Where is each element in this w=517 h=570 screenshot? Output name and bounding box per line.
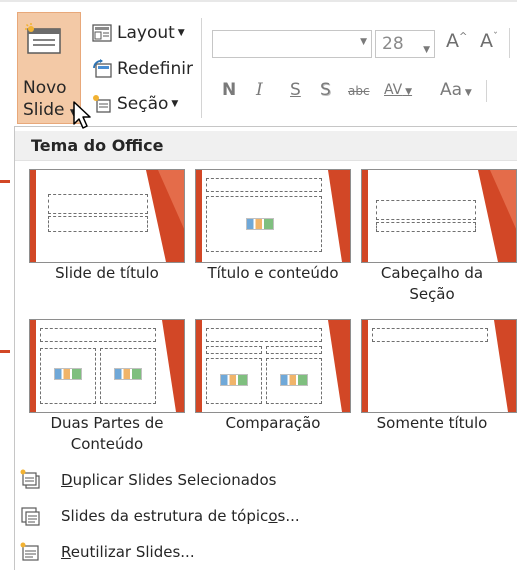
new-slide-menu: Tema do Office Slide de título Título e …	[14, 126, 517, 570]
section-icon	[93, 95, 111, 113]
accent-bar	[30, 320, 36, 412]
text-placeholder	[376, 222, 476, 232]
outline-slides-icon	[21, 507, 40, 526]
content-icons	[114, 368, 142, 380]
title-placeholder	[376, 200, 476, 220]
outline-slides-label: Slides da estrutura de tópicos...	[61, 507, 300, 525]
change-case-label: Aa	[440, 80, 463, 100]
layout-thumb-comparison[interactable]	[195, 319, 351, 413]
section-label: Seção	[117, 94, 169, 114]
layout-icon	[92, 24, 112, 42]
title-placeholder	[206, 178, 322, 192]
section-button[interactable]: Seção ▼	[92, 91, 178, 117]
outline-slides-menu-item[interactable]: Slides da estrutura de tópicos...	[15, 501, 300, 531]
reset-button[interactable]: Redefinir	[92, 56, 193, 82]
reset-label: Redefinir	[117, 59, 193, 79]
content-icons	[54, 368, 82, 380]
layout-button[interactable]: Layout ▼	[92, 20, 185, 46]
ribbon-top-border	[0, 0, 517, 2]
layout-thumb-title-slide[interactable]	[29, 169, 185, 263]
text-shadow-button[interactable]: S	[320, 80, 331, 100]
accent-bar	[30, 170, 36, 262]
accent-bar	[196, 170, 202, 262]
new-slide-label: Novo Slide ▼	[23, 77, 77, 124]
slide-edge-marker	[0, 180, 10, 183]
title-placeholder	[206, 328, 322, 342]
layout-caption: Duas Partes de Conteúdo	[50, 414, 164, 453]
layout-thumb-title-only[interactable]	[361, 319, 517, 413]
layout-caption: Comparação	[225, 414, 321, 432]
layout-thumb-title-content[interactable]	[195, 169, 351, 263]
accent-bar	[362, 320, 368, 412]
chevron-down-icon: ▼	[462, 88, 472, 98]
duplicate-slides-label: Duplicar Slides Selecionados	[61, 471, 277, 489]
font-size-box[interactable]: 28 ▼	[375, 30, 435, 58]
group-separator	[201, 18, 202, 118]
increase-font-size-button[interactable]: A^	[446, 30, 467, 52]
layout-caption: Cabeçalho da Seção	[380, 264, 484, 303]
reuse-slides-menu-item[interactable]: Reutilizar Slides...	[15, 537, 195, 567]
layout-thumb-two-content[interactable]	[29, 319, 185, 413]
chevron-down-icon: ▼	[171, 99, 179, 109]
character-spacing-button[interactable]: AV ▼	[384, 82, 412, 98]
chevron-down-icon: ▼	[423, 45, 430, 55]
left-heading-placeholder	[206, 346, 262, 354]
accent-bar	[196, 320, 202, 412]
content-icons	[280, 374, 308, 386]
title-placeholder	[40, 328, 156, 342]
underline-button[interactable]: S	[290, 80, 301, 100]
font-size-value: 28	[382, 34, 404, 54]
new-slide-icon	[25, 23, 61, 54]
layout-label: Layout	[117, 23, 175, 43]
layout-caption: Título e conteúdo	[207, 264, 339, 282]
italic-button[interactable]: I	[256, 80, 263, 100]
font-name-box[interactable]: ▼	[212, 30, 372, 58]
layout-caption: Slide de título	[55, 264, 159, 282]
gallery-header: Tema do Office	[15, 131, 517, 161]
content-icons	[246, 218, 274, 230]
mouse-cursor-icon	[73, 101, 91, 129]
subtitle-placeholder	[48, 216, 148, 232]
character-spacing-label: AV	[384, 82, 403, 98]
content-icons	[220, 374, 248, 386]
layout-thumb-section-header[interactable]	[361, 169, 517, 263]
change-case-button[interactable]: Aa ▼	[440, 80, 472, 100]
chevron-down-icon: ▼	[402, 87, 413, 97]
title-placeholder	[48, 194, 148, 214]
duplicate-slides-icon	[20, 469, 40, 489]
chevron-down-icon: ▼	[177, 28, 185, 38]
slide-edge-marker	[0, 350, 10, 353]
right-heading-placeholder	[266, 346, 322, 354]
title-placeholder	[372, 328, 488, 342]
ribbon-divider	[509, 28, 510, 58]
layout-caption: Somente título	[376, 414, 488, 432]
reuse-slides-icon	[20, 542, 39, 561]
ribbon-divider	[486, 80, 487, 102]
accent-bar	[362, 170, 368, 262]
chevron-down-icon: ▼	[360, 37, 367, 47]
strikethrough-button[interactable]: abc	[348, 84, 370, 98]
decrease-font-size-button[interactable]: Aˇ	[480, 30, 498, 52]
duplicate-slides-menu-item[interactable]: Duplicar Slides Selecionados	[15, 465, 276, 495]
reuse-slides-label: Reutilizar Slides...	[61, 543, 195, 561]
bold-button[interactable]: N	[222, 80, 236, 100]
reset-icon	[93, 59, 112, 78]
